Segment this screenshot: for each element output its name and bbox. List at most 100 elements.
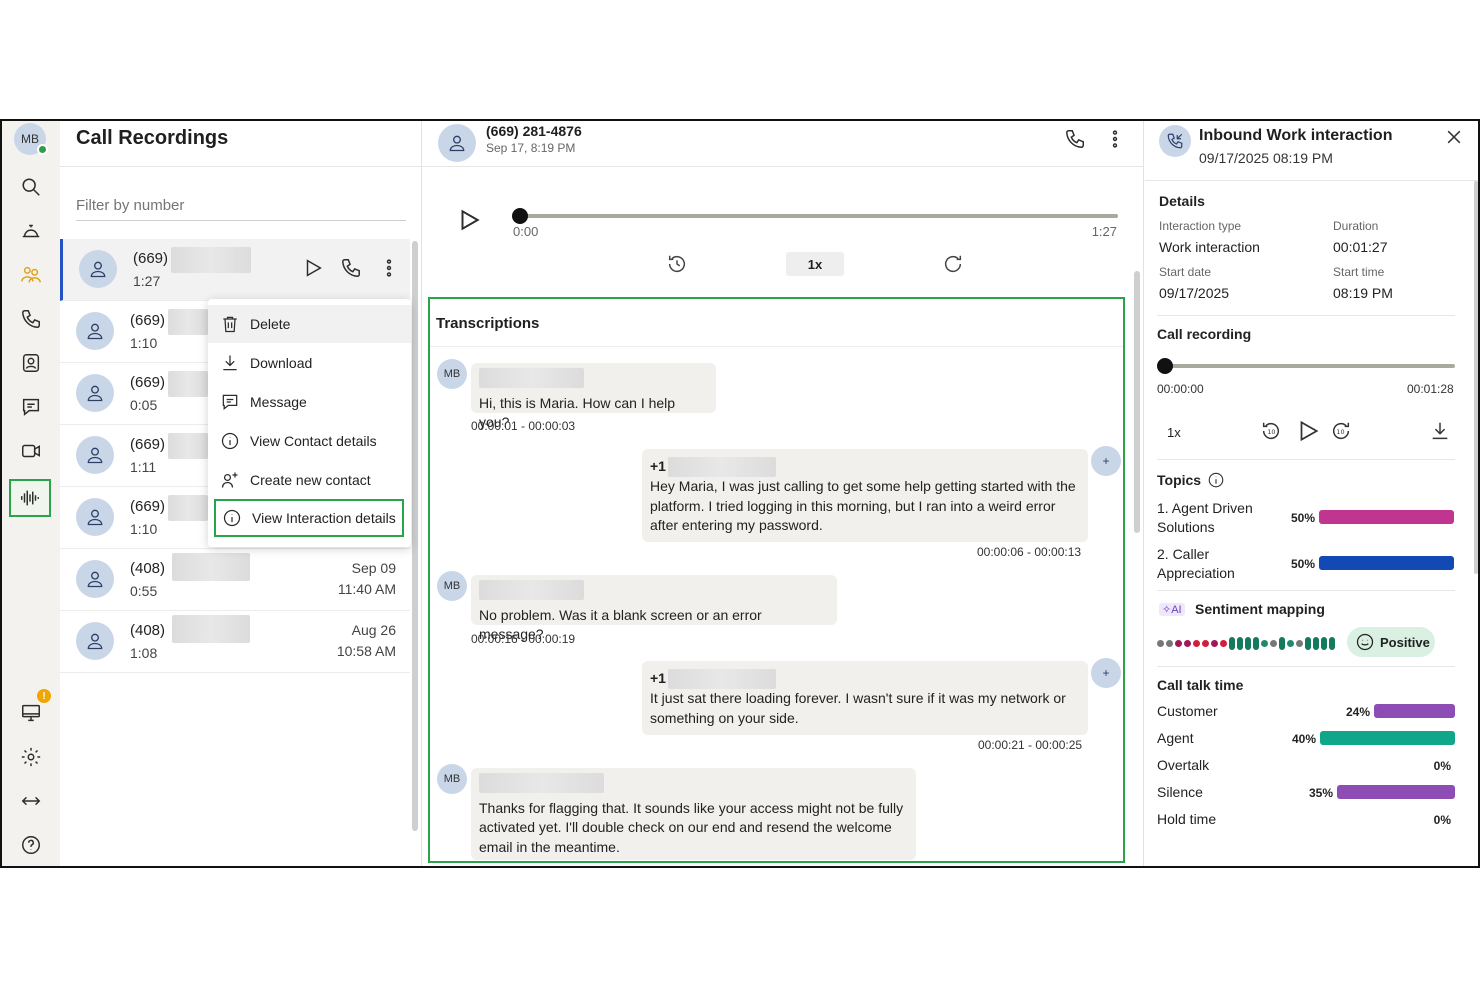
- menu-view-interaction-details[interactable]: View Interaction details: [214, 499, 404, 537]
- menu-create-new-contact[interactable]: Create new contact: [208, 461, 411, 499]
- nav-calls[interactable]: [11, 301, 51, 337]
- redacted-number: [168, 309, 208, 335]
- start-time-value: 08:19 PM: [1333, 285, 1393, 301]
- total-time: 1:27: [1091, 224, 1117, 239]
- info-icon[interactable]: [1207, 471, 1225, 489]
- speaker-avatar: MB: [437, 764, 467, 794]
- svg-text:10: 10: [1336, 428, 1344, 436]
- topic-bar: [1319, 556, 1454, 570]
- sentiment-dot: [1193, 640, 1200, 647]
- nav-settings[interactable]: [11, 739, 51, 775]
- row-context-menu: Delete Download Message View Contact det…: [208, 299, 411, 547]
- transcriptions-panel: Transcriptions MB Hi, this is Maria. How…: [428, 297, 1125, 863]
- warning-badge: !: [37, 689, 51, 703]
- recording-track[interactable]: [1165, 364, 1455, 368]
- skip-forward-10-button[interactable]: 10: [1330, 420, 1352, 447]
- menu-message[interactable]: Message: [208, 383, 411, 421]
- person-icon: [90, 261, 106, 278]
- more-options-button[interactable]: [1104, 128, 1126, 155]
- caller-number: (669): [130, 436, 166, 453]
- nav-device[interactable]: !: [11, 689, 51, 731]
- nav-search[interactable]: [11, 169, 51, 205]
- call-duration: 0:55: [130, 583, 158, 599]
- recording-row[interactable]: (669) 1:27: [60, 239, 410, 301]
- more-vertical-icon[interactable]: [378, 257, 400, 279]
- nav-queue[interactable]: [11, 213, 51, 249]
- menu-item-label: View Interaction details: [252, 510, 396, 526]
- talk-percent: 35%: [1308, 786, 1333, 800]
- details-header: Inbound Work interaction 09/17/2025 08:1…: [1145, 121, 1478, 181]
- play-button[interactable]: [456, 207, 482, 238]
- add-contact-avatar[interactable]: +: [1091, 658, 1121, 688]
- recording-row[interactable]: (408) 1:08 Aug 26 10:58 AM: [60, 611, 410, 673]
- call-back-button[interactable]: [1064, 128, 1086, 155]
- nav-messages[interactable]: [11, 389, 51, 425]
- redacted-number: [168, 495, 208, 521]
- menu-download[interactable]: Download: [208, 344, 411, 382]
- start-time-label: Start time: [1333, 265, 1385, 279]
- caller-number: (408): [130, 622, 166, 639]
- close-icon: [1447, 130, 1461, 144]
- person-icon: [87, 323, 103, 340]
- topic-label-line1: 1. Agent Driven: [1157, 500, 1253, 516]
- message-icon: [222, 394, 238, 410]
- list-scrollbar[interactable]: [412, 241, 418, 831]
- redacted-name: [479, 368, 584, 388]
- nav-video[interactable]: [11, 433, 51, 469]
- redacted-number: [171, 247, 251, 273]
- rewind-button[interactable]: [666, 253, 688, 280]
- sentiment-timeline: [1157, 637, 1335, 650]
- sentiment-dot: [1287, 640, 1294, 647]
- play-icon[interactable]: [302, 257, 324, 279]
- phone-icon[interactable]: [340, 257, 362, 279]
- menu-delete[interactable]: Delete: [208, 305, 411, 343]
- playback-speed-button[interactable]: 1x: [786, 252, 844, 276]
- recording-handle[interactable]: [1157, 358, 1173, 374]
- recording-row[interactable]: (408) 0:55 Sep 09 11:40 AM: [60, 549, 410, 611]
- contact-avatar: [76, 312, 114, 350]
- nav-help[interactable]: [11, 827, 51, 863]
- sentiment-badge: Positive: [1347, 627, 1435, 657]
- skip-back-10-button[interactable]: 10: [1260, 420, 1282, 447]
- add-contact-avatar[interactable]: +: [1091, 446, 1121, 476]
- transcript-bubble: No problem. Was it a blank screen or an …: [471, 575, 837, 642]
- redacted-name: [479, 580, 584, 600]
- download-icon: [223, 355, 237, 371]
- redacted-number: [172, 615, 250, 643]
- duration-label: Duration: [1333, 219, 1379, 233]
- forward-button[interactable]: [942, 253, 964, 280]
- sentiment-dot: [1279, 637, 1285, 650]
- menu-view-contact-details[interactable]: View Contact details: [208, 422, 411, 460]
- nav-contacts-group[interactable]: [11, 257, 51, 293]
- download-recording-button[interactable]: [1429, 420, 1451, 447]
- talk-percent: 0%: [1433, 759, 1451, 773]
- playback-track[interactable]: [518, 214, 1118, 218]
- interaction-details-panel: Inbound Work interaction 09/17/2025 08:1…: [1145, 121, 1478, 866]
- divider: [1157, 315, 1455, 316]
- speaker-label: +1: [650, 458, 666, 474]
- contact-card-icon: [22, 354, 40, 372]
- transcriptions-title: Transcriptions: [436, 315, 540, 332]
- menu-item-label: Message: [250, 394, 307, 410]
- nav-recordings[interactable]: [9, 479, 51, 517]
- user-avatar[interactable]: MB: [14, 123, 48, 155]
- close-button[interactable]: [1444, 127, 1464, 152]
- nav-contacts[interactable]: [11, 345, 51, 381]
- talk-percent: 40%: [1291, 732, 1316, 746]
- details-scrollbar[interactable]: [1474, 181, 1478, 574]
- filter-number-input[interactable]: [76, 191, 406, 221]
- forward-10-icon: 10: [1332, 422, 1350, 440]
- recording-speed-button[interactable]: 1x: [1167, 425, 1181, 440]
- redacted-name: [667, 457, 776, 478]
- app-window: MB ! Call Recordings Filter by number (6…: [0, 119, 1480, 868]
- transcript-text: Hey Maria, I was just calling to get som…: [650, 478, 1076, 534]
- talk-percent: 24%: [1345, 705, 1370, 719]
- recording-header: (669) 281-4876 Sep 17, 8:19 PM: [422, 121, 1144, 167]
- nav-switch[interactable]: [11, 783, 51, 819]
- recording-play-button[interactable]: [1295, 418, 1321, 449]
- transcript-timestamp: 00:00:01 - 00:00:03: [471, 419, 576, 433]
- playback-handle[interactable]: [512, 208, 528, 224]
- people-group-icon: [21, 266, 41, 283]
- gear-icon: [21, 747, 41, 767]
- transcript-scrollbar[interactable]: [1134, 271, 1140, 533]
